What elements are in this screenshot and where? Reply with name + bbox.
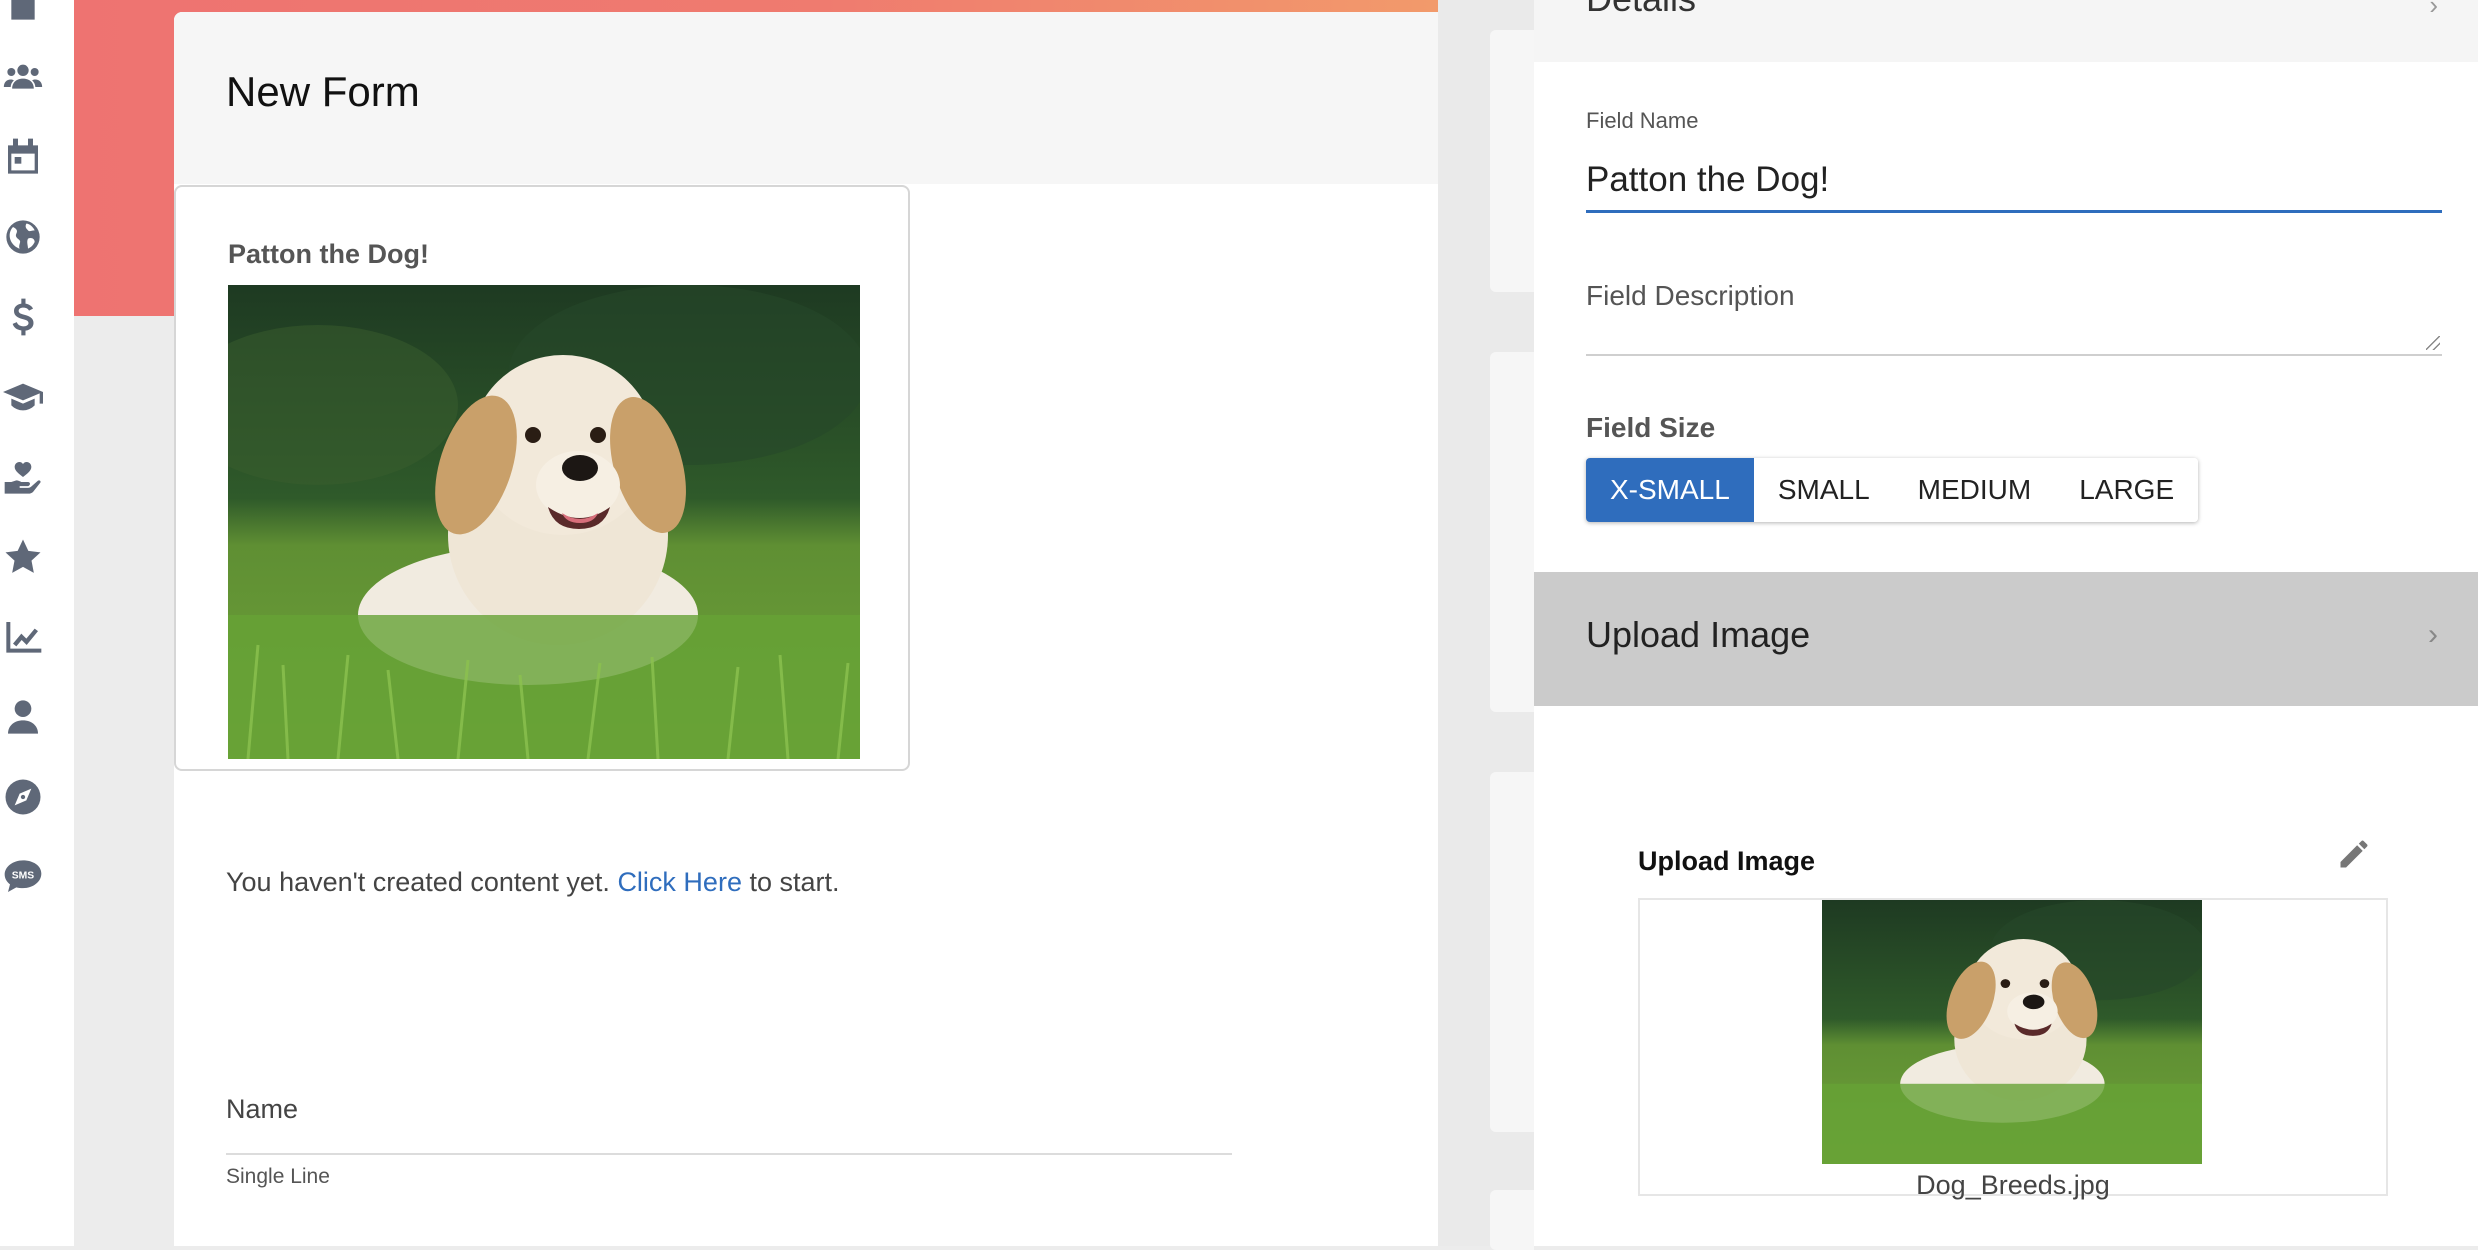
- empty-content-message: You haven't created content yet. Click H…: [226, 862, 866, 902]
- card-stub: [1490, 1190, 1534, 1250]
- graduation-cap-icon[interactable]: [2, 376, 44, 418]
- calendar-icon[interactable]: [2, 136, 44, 178]
- field-name-input[interactable]: [1586, 150, 2442, 213]
- size-x-small-button[interactable]: X-SMALL: [1586, 458, 1754, 522]
- chevron-right-icon: ›: [2429, 0, 2438, 20]
- sms-icon[interactable]: SMS: [2, 856, 44, 898]
- svg-text:SMS: SMS: [12, 871, 34, 882]
- sidebar-rail: SMS: [0, 0, 74, 1246]
- upload-image-preview[interactable]: Dog_Breeds.jpg: [1638, 898, 2388, 1200]
- form-title: New Form: [226, 68, 420, 115]
- image-field-card[interactable]: Patton the Dog!: [174, 185, 910, 771]
- name-field-type: Single Line: [226, 1165, 330, 1188]
- compass-icon[interactable]: [2, 776, 44, 818]
- empty-message-suffix: to start.: [741, 867, 840, 897]
- donate-hand-heart-icon[interactable]: [2, 456, 44, 498]
- name-field-label: Name: [226, 1094, 299, 1124]
- field-size-label: Field Size: [1586, 412, 1716, 443]
- globe-icon[interactable]: [2, 216, 44, 258]
- dog-photo: [228, 285, 860, 759]
- name-field-underline: [226, 1153, 1232, 1155]
- document-icon[interactable]: [2, 0, 44, 24]
- middle-strip: [1438, 0, 1534, 1250]
- image-field-caption: Patton the Dog!: [228, 239, 429, 269]
- form-canvas: New Form Patton the Dog! You haven't cre…: [174, 12, 1438, 1246]
- upload-image-title: Upload Image: [1638, 846, 1816, 876]
- upload-filename: Dog_Breeds.jpg: [1916, 1170, 2110, 1200]
- users-icon[interactable]: [2, 56, 44, 98]
- size-small-button[interactable]: SMALL: [1753, 458, 1894, 522]
- details-label: Details: [1586, 0, 1696, 20]
- details-section-header[interactable]: Details ›: [1534, 0, 2478, 62]
- dog-thumbnail: [1822, 900, 2202, 1164]
- dollar-icon[interactable]: [2, 296, 44, 338]
- chart-line-icon[interactable]: [2, 616, 44, 658]
- field-settings-panel: Details › Field Name Field Description F…: [1534, 0, 2478, 1246]
- chevron-right-icon: ›: [2428, 618, 2438, 651]
- upload-image-section-header[interactable]: Upload Image ›: [1534, 572, 2478, 706]
- click-here-link[interactable]: Click Here: [617, 867, 742, 897]
- card-stub: [1490, 352, 1534, 712]
- upload-section-label: Upload Image: [1586, 614, 1811, 655]
- empty-message-prefix: You haven't created content yet.: [226, 867, 618, 897]
- name-field[interactable]: Name Single Line: [226, 1094, 1406, 1189]
- card-stub: [1490, 772, 1534, 1132]
- resize-handle-icon[interactable]: [2426, 336, 2440, 350]
- edit-pencil-icon[interactable]: [2336, 836, 2376, 876]
- size-large-button[interactable]: LARGE: [2055, 458, 2199, 522]
- size-medium-button[interactable]: MEDIUM: [1893, 458, 2056, 522]
- user-icon[interactable]: [2, 696, 44, 738]
- field-size-toggle: X-SMALL SMALL MEDIUM LARGE: [1586, 458, 2199, 522]
- field-description-label: Field Description: [1586, 280, 1795, 311]
- star-icon[interactable]: [2, 536, 44, 578]
- field-name-label: Field Name: [1586, 108, 1699, 133]
- form-header: New Form: [174, 12, 1438, 184]
- card-stub: [1490, 30, 1534, 292]
